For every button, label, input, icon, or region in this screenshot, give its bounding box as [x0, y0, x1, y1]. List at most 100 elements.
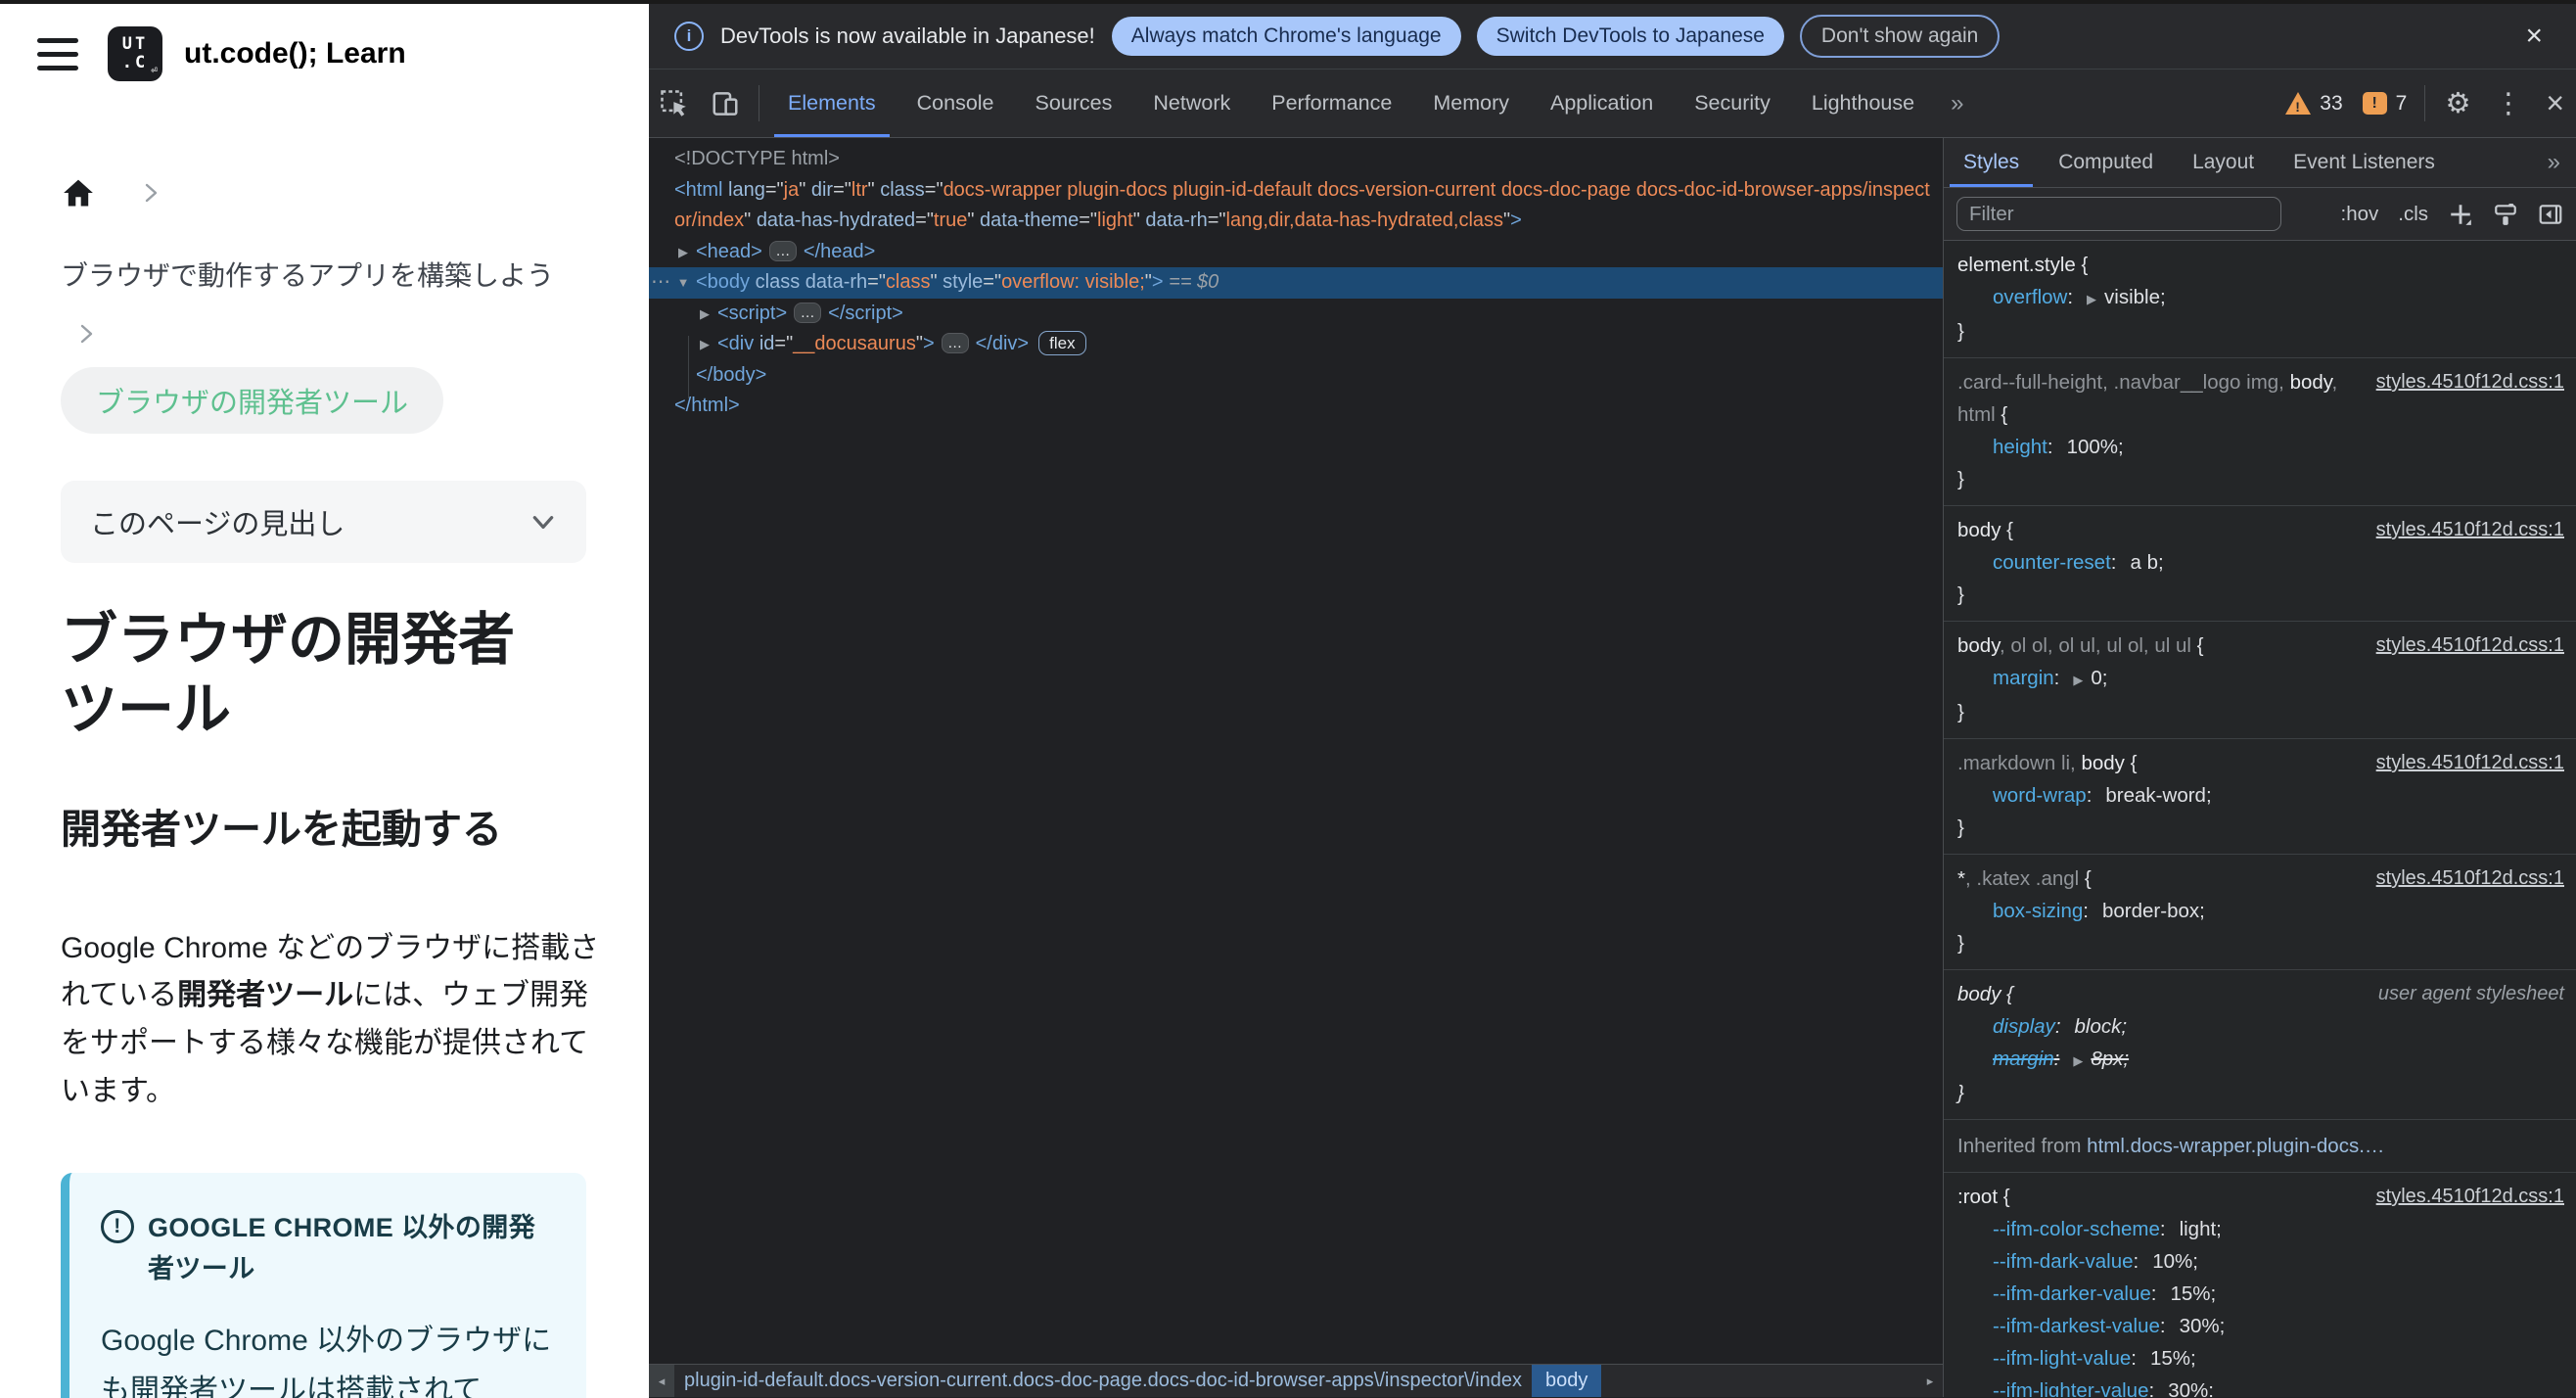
dom-tree-row[interactable]: <html lang="ja" dir="ltr" class="docs-wr… — [649, 175, 1943, 237]
expand-arrow-icon[interactable]: ▶ — [695, 299, 714, 330]
css-property[interactable]: margin: ▶ 8px; — [1957, 1043, 2564, 1077]
css-property[interactable]: margin: ▶ 0; — [1957, 662, 2564, 696]
css-rule: :root { styles.4510f12d.css:1 --ifm-color-… — [1944, 1173, 2576, 1397]
dom-tree-row[interactable]: ▼ ⋯ <body class data-rh="class" style="ove… — [649, 267, 1943, 299]
css-property[interactable]: --ifm-lighter-value: 30%; — [1957, 1375, 2564, 1397]
inspect-element-icon[interactable] — [649, 70, 700, 137]
crumb-scroll-right-icon[interactable]: ▸ — [1917, 1365, 1943, 1397]
notification-text: DevTools is now available in Japanese! — [720, 23, 1095, 48]
crumb-path[interactable]: plugin-id-default.docs-version-current.d… — [674, 1365, 1532, 1397]
sidebar-more-tabs-icon[interactable]: » — [2532, 138, 2576, 187]
dom-tree-row[interactable]: ▶ <script>… </script> — [649, 299, 1943, 330]
expand-value-arrow-icon[interactable]: ▶ — [2087, 292, 2096, 306]
tab-sources[interactable]: Sources — [1015, 70, 1133, 137]
site-logo[interactable]: UT .C ⏎ — [108, 26, 162, 81]
computed-sidebar-toggle-icon[interactable] — [2538, 202, 2563, 227]
tab-elements[interactable]: Elements — [767, 70, 897, 137]
expand-arrow-icon[interactable]: ▶ — [673, 237, 693, 268]
stylesheet-source-link[interactable]: styles.4510f12d.css:1 — [2376, 366, 2564, 398]
dom-tree-row[interactable]: </html> — [649, 391, 1943, 422]
css-selector[interactable]: :root { — [1957, 1181, 2367, 1213]
paint-format-icon[interactable] — [2493, 202, 2518, 227]
issues-indicator[interactable]: ! 7 — [2353, 70, 2417, 137]
tab-lighthouse[interactable]: Lighthouse — [1791, 70, 1935, 137]
device-toolbar-icon[interactable] — [700, 70, 751, 137]
issues-icon: ! — [2362, 92, 2387, 115]
css-property[interactable]: display: block; — [1957, 1010, 2564, 1043]
node-options-dots[interactable]: ⋯ — [651, 267, 671, 299]
expand-ellipsis-button[interactable]: … — [941, 333, 969, 353]
devtools-close-icon[interactable]: × — [2534, 70, 2576, 137]
notification-button[interactable]: Don't show again — [1799, 15, 2001, 58]
expand-arrow-icon[interactable]: ▶ — [695, 329, 714, 360]
expand-ellipsis-button[interactable]: … — [768, 240, 797, 261]
sidebar-tab-layout[interactable]: Layout — [2173, 138, 2274, 187]
expand-value-arrow-icon[interactable]: ▶ — [2073, 1053, 2083, 1068]
tab-security[interactable]: Security — [1674, 70, 1791, 137]
site-title[interactable]: ut.code(); Learn — [184, 37, 406, 70]
sidebar-tab-styles[interactable]: Styles — [1944, 138, 2039, 187]
devtools-tab-strip: Elements Console Sources Network Performance… — [767, 70, 1935, 137]
css-property[interactable]: box-sizing: border-box; — [1957, 895, 2564, 927]
toc-toggle[interactable]: このページの見出し — [61, 481, 586, 563]
stylesheet-source-link[interactable]: styles.4510f12d.css:1 — [2376, 862, 2564, 895]
stylesheet-source-link[interactable]: styles.4510f12d.css:1 — [2376, 514, 2564, 546]
crumb-selected-node[interactable]: body — [1531, 1365, 1602, 1397]
inherited-node-link[interactable]: html.docs-wrapper.plugin-docs.… — [2087, 1135, 2384, 1157]
chevron-right-icon — [145, 183, 158, 203]
css-property[interactable]: --ifm-darker-value: 15%; — [1957, 1278, 2564, 1310]
more-tabs-icon[interactable]: » — [1935, 70, 1979, 137]
expand-value-arrow-icon[interactable]: ▶ — [2073, 673, 2083, 687]
notification-button[interactable]: Always match Chrome's language — [1111, 17, 1461, 56]
flex-badge[interactable]: flex — [1038, 331, 1086, 355]
tab-network[interactable]: Network — [1132, 70, 1251, 137]
styles-sidebar: StylesComputedLayoutEvent Listeners » :ho… — [1943, 138, 2576, 1397]
stylesheet-source-link[interactable]: styles.4510f12d.css:1 — [2376, 1181, 2564, 1213]
tab-performance[interactable]: Performance — [1251, 70, 1412, 137]
css-selector[interactable]: body, ol ol, ol ul, ul ol, ul ul { — [1957, 629, 2367, 662]
tab-memory[interactable]: Memory — [1412, 70, 1530, 137]
css-property[interactable]: --ifm-light-value: 15%; — [1957, 1342, 2564, 1375]
dom-tree-row[interactable]: ▶ <head>… </head> — [649, 237, 1943, 268]
kebab-menu-icon[interactable]: ⋮ — [2482, 70, 2534, 137]
stylesheet-source-link[interactable]: styles.4510f12d.css:1 — [2376, 629, 2564, 662]
home-icon[interactable] — [61, 176, 96, 210]
css-property[interactable]: --ifm-dark-value: 10%; — [1957, 1245, 2564, 1278]
tab-application[interactable]: Application — [1530, 70, 1674, 137]
dom-tree-row[interactable]: <!DOCTYPE html> — [649, 144, 1943, 175]
expand-ellipsis-button[interactable]: … — [794, 302, 822, 323]
dom-tree-row[interactable]: ▶ <div id="__docusaurus">… </div> flex — [649, 329, 1943, 360]
intro-paragraph: Google Chrome などのブラウザに搭載されている開発者ツールには、ウェ… — [61, 931, 600, 1108]
css-selector[interactable]: .card--full-height, .navbar__logo img, b… — [1957, 366, 2367, 431]
css-property[interactable]: word-wrap: break-word; — [1957, 779, 2564, 812]
hamburger-menu-icon[interactable] — [37, 37, 78, 70]
css-property[interactable]: height: 100%; — [1957, 431, 2564, 463]
warnings-indicator[interactable]: ! 33 — [2276, 70, 2352, 137]
css-selector[interactable]: *, .katex .angl { — [1957, 862, 2367, 895]
dom-tree-row[interactable]: </body> — [649, 360, 1943, 392]
css-property[interactable]: overflow: ▶ visible; — [1957, 281, 2564, 315]
toggle-hover-state-button[interactable]: :hov — [2341, 203, 2379, 226]
css-selector[interactable]: .markdown li, body { — [1957, 747, 2367, 779]
collapse-arrow-icon[interactable]: ▼ — [673, 267, 693, 299]
css-selector[interactable]: body { — [1957, 978, 2369, 1010]
sidebar-tab-computed[interactable]: Computed — [2039, 138, 2173, 187]
new-style-rule-icon[interactable] — [2448, 202, 2473, 227]
styles-filter-input[interactable] — [1956, 197, 2281, 231]
css-selector[interactable]: body { — [1957, 514, 2367, 546]
stylesheet-source-link[interactable]: styles.4510f12d.css:1 — [2376, 747, 2564, 779]
css-selector[interactable]: element.style { — [1957, 249, 2564, 281]
settings-gear-icon[interactable]: ⚙ — [2433, 70, 2482, 137]
breadcrumb-section[interactable]: ブラウザで動作するアプリを構築しよう — [61, 255, 588, 294]
css-property[interactable]: --ifm-color-scheme: light; — [1957, 1213, 2564, 1245]
toggle-class-button[interactable]: .cls — [2398, 203, 2428, 226]
css-property[interactable]: --ifm-darkest-value: 30%; — [1957, 1310, 2564, 1342]
crumb-scroll-left-icon[interactable]: ◂ — [649, 1365, 674, 1397]
css-property[interactable]: counter-reset: a b; — [1957, 546, 2564, 579]
indent-guide — [688, 336, 689, 398]
tab-console[interactable]: Console — [897, 70, 1015, 137]
callout-body: Google Chrome 以外のブラウザにも開発者ツールは搭載されて — [101, 1324, 552, 1398]
notification-close-icon[interactable]: × — [2517, 22, 2551, 51]
notification-button[interactable]: Switch DevTools to Japanese — [1476, 17, 1784, 56]
sidebar-tab-event-listeners[interactable]: Event Listeners — [2274, 138, 2455, 187]
